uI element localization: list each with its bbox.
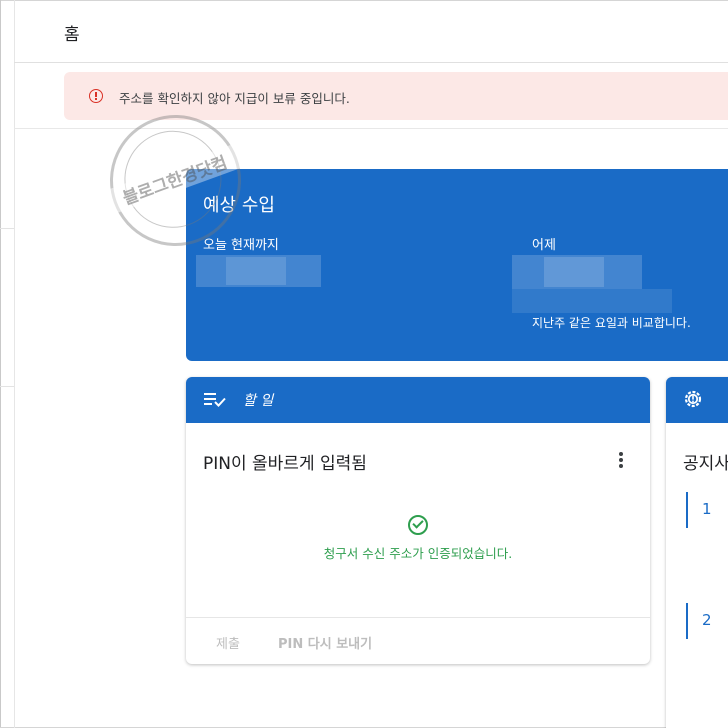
sidebar-divider bbox=[14, 0, 15, 728]
notice-card: 공지사 1 2 bbox=[666, 377, 728, 728]
payment-hold-alert[interactable]: 주소를 확인하지 않아 지급이 보류 중입니다. bbox=[64, 72, 728, 120]
redacted-today-value bbox=[226, 257, 286, 285]
todo-card-header: 할 일 bbox=[186, 377, 650, 423]
redacted-yesterday-change bbox=[512, 289, 672, 313]
redacted-yesterday-value bbox=[544, 257, 604, 287]
notice-item-marker bbox=[686, 492, 688, 528]
error-icon bbox=[89, 89, 103, 103]
gear-icon bbox=[684, 390, 702, 408]
top-bar: 홈 bbox=[0, 0, 728, 62]
page-title: 홈 bbox=[64, 25, 80, 45]
alert-message: 주소를 확인하지 않아 지급이 보류 중입니다. bbox=[119, 91, 350, 106]
card-footer-divider bbox=[186, 617, 650, 618]
submit-button[interactable]: 제출 bbox=[216, 633, 240, 652]
today-label: 오늘 현재까지 bbox=[203, 238, 279, 253]
window-left-border bbox=[0, 0, 1, 728]
notice-item-number[interactable]: 1 bbox=[702, 500, 712, 518]
alert-divider bbox=[14, 128, 728, 129]
check-circle-icon bbox=[408, 515, 428, 535]
todo-card: 할 일 PIN이 올바르게 입력됨 청구서 수신 주소가 인증되었습니다. 제출… bbox=[186, 377, 650, 664]
checklist-icon bbox=[204, 393, 226, 407]
yesterday-label: 어제 bbox=[532, 238, 556, 253]
comparison-note: 지난주 같은 요일과 비교합니다. bbox=[532, 316, 691, 330]
notice-title: 공지사 bbox=[683, 454, 728, 474]
sidebar-item-divider bbox=[0, 228, 14, 229]
notice-item-marker bbox=[686, 603, 688, 639]
sidebar-item-divider bbox=[0, 386, 14, 387]
more-vert-icon[interactable] bbox=[616, 452, 626, 472]
header-divider bbox=[14, 62, 728, 63]
task-title: PIN이 올바르게 입력됨 bbox=[203, 454, 367, 474]
todo-card-title: 할 일 bbox=[243, 393, 274, 409]
resend-pin-button[interactable]: PIN 다시 보내기 bbox=[278, 633, 372, 652]
verification-status: 청구서 수신 주소가 인증되었습니다. bbox=[323, 546, 513, 561]
estimated-earnings-card[interactable]: 예상 수입 오늘 현재까지 어제 지난주 같은 요일과 비교합니다. bbox=[186, 169, 728, 361]
notice-item-number[interactable]: 2 bbox=[702, 611, 712, 629]
notice-card-header bbox=[666, 377, 728, 423]
